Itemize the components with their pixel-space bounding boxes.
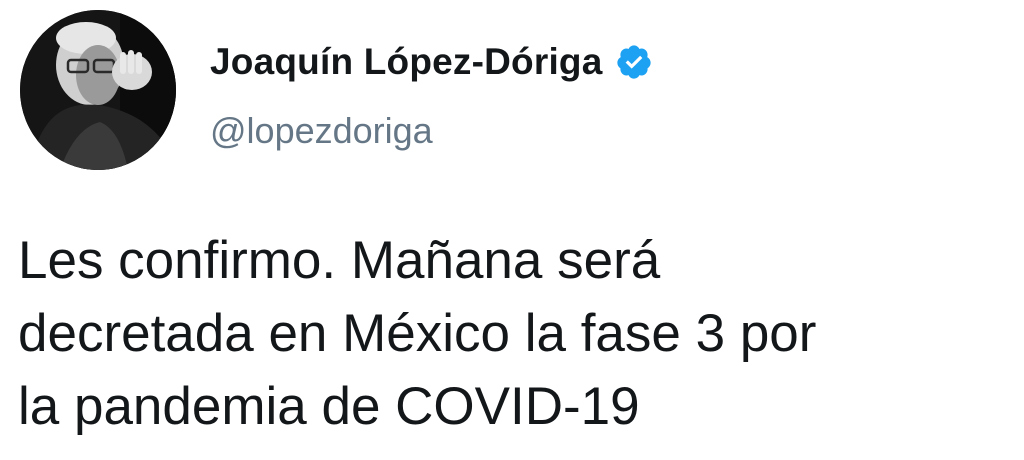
tweet-card: Joaquín López-Dóriga @lopezdoriga Les co…	[0, 0, 1024, 460]
verified-badge-icon	[615, 43, 653, 81]
avatar[interactable]	[20, 10, 176, 170]
author-handle[interactable]: @lopezdoriga	[210, 110, 433, 152]
tweet-text: Les confirmo. Mañana será decretada en M…	[18, 224, 1013, 443]
author-display-name[interactable]: Joaquín López-Dóriga	[210, 41, 603, 83]
tweet-text-line: Les confirmo. Mañana será	[18, 231, 661, 290]
author-name-row[interactable]: Joaquín López-Dóriga	[210, 38, 653, 86]
tweet-text-line: la pandemia de COVID-19	[18, 377, 640, 436]
tweet-text-line: decretada en México la fase 3 por	[18, 304, 817, 363]
avatar-photo	[20, 10, 176, 170]
